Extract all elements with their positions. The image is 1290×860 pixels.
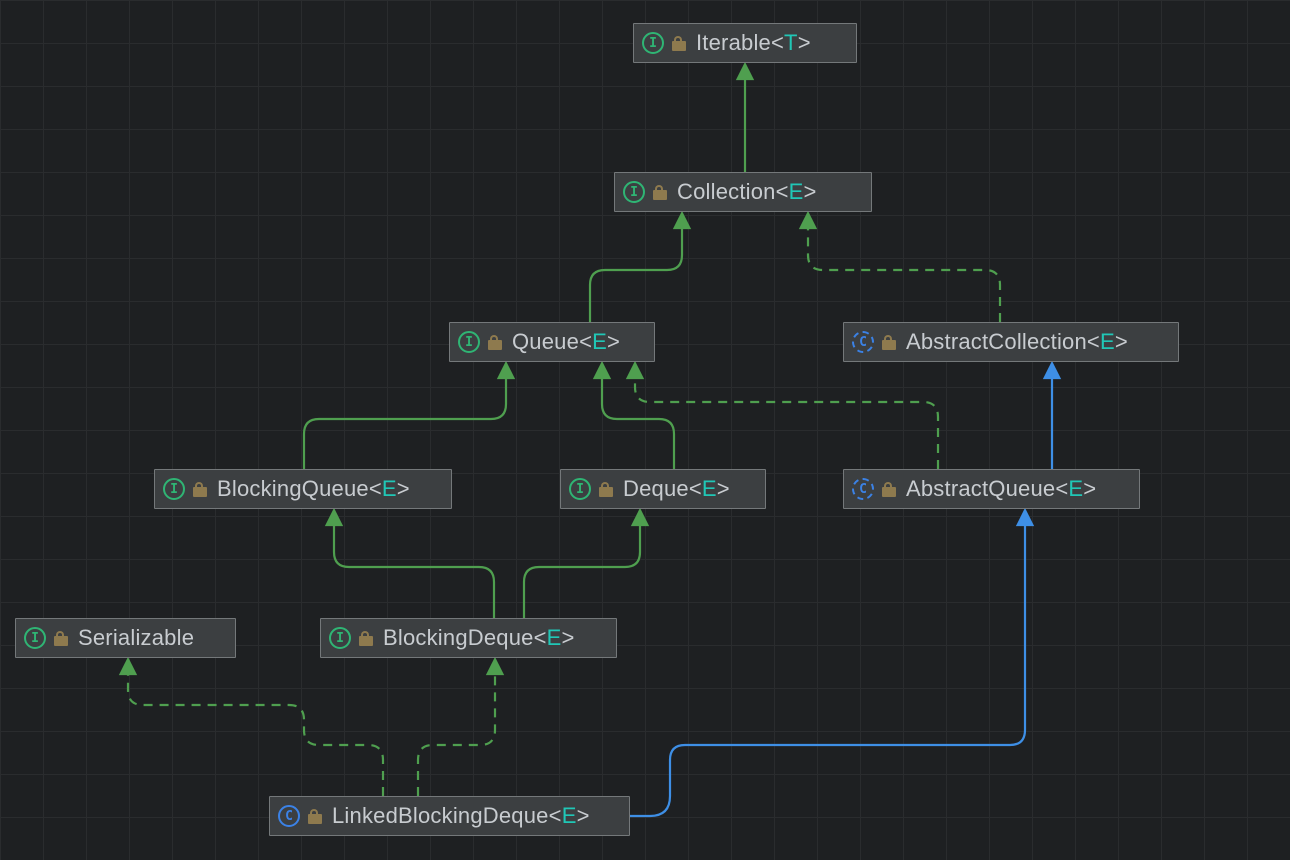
lock-icon xyxy=(488,335,502,349)
interface-icon: I xyxy=(569,478,591,500)
lock-icon xyxy=(359,631,373,645)
background-grid xyxy=(0,0,1290,860)
lock-icon xyxy=(882,335,896,349)
type-name: Queue<E> xyxy=(512,329,620,355)
type-name: AbstractCollection<E> xyxy=(906,329,1128,355)
node-deque[interactable]: I Deque<E> xyxy=(560,469,766,509)
type-name: Serializable xyxy=(78,625,194,651)
lock-icon xyxy=(54,631,68,645)
interface-icon: I xyxy=(642,32,664,54)
class-icon: C xyxy=(278,805,300,827)
lock-icon xyxy=(882,482,896,496)
node-abstractqueue[interactable]: C AbstractQueue<E> xyxy=(843,469,1140,509)
lock-icon xyxy=(308,809,322,823)
interface-icon: I xyxy=(329,627,351,649)
node-blockingqueue[interactable]: I BlockingQueue<E> xyxy=(154,469,452,509)
node-blockingdeque[interactable]: I BlockingDeque<E> xyxy=(320,618,617,658)
node-queue[interactable]: I Queue<E> xyxy=(449,322,655,362)
type-name: Collection<E> xyxy=(677,179,817,205)
interface-icon: I xyxy=(458,331,480,353)
type-name: Iterable<T> xyxy=(696,30,811,56)
lock-icon xyxy=(193,482,207,496)
node-iterable[interactable]: I Iterable<T> xyxy=(633,23,857,63)
lock-icon xyxy=(672,36,686,50)
type-name: AbstractQueue<E> xyxy=(906,476,1096,502)
node-abstractcollection[interactable]: C AbstractCollection<E> xyxy=(843,322,1179,362)
node-serializable[interactable]: I Serializable xyxy=(15,618,236,658)
interface-icon: I xyxy=(24,627,46,649)
type-name: BlockingDeque<E> xyxy=(383,625,575,651)
interface-icon: I xyxy=(163,478,185,500)
type-name: LinkedBlockingDeque<E> xyxy=(332,803,590,829)
node-collection[interactable]: I Collection<E> xyxy=(614,172,872,212)
type-name: Deque<E> xyxy=(623,476,730,502)
type-name: BlockingQueue<E> xyxy=(217,476,410,502)
abstract-class-icon: C xyxy=(852,331,874,353)
lock-icon xyxy=(653,185,667,199)
interface-icon: I xyxy=(623,181,645,203)
abstract-class-icon: C xyxy=(852,478,874,500)
node-linkedblockingdeque[interactable]: C LinkedBlockingDeque<E> xyxy=(269,796,630,836)
lock-icon xyxy=(599,482,613,496)
